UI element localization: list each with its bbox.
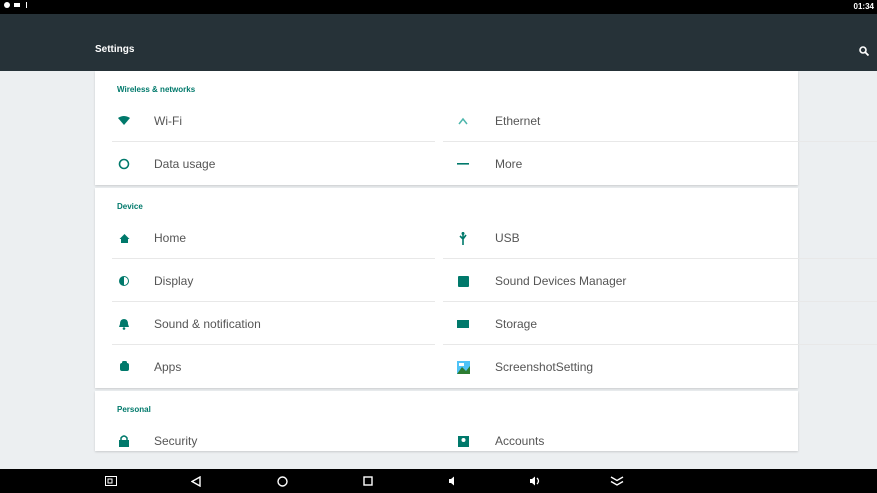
more-icon xyxy=(456,157,470,171)
screenshot-nav-button[interactable] xyxy=(104,474,118,488)
display-icon xyxy=(117,274,131,288)
setting-usb[interactable]: USB xyxy=(435,216,877,259)
lock-icon xyxy=(117,434,131,448)
section-personal: Personal Security Accounts xyxy=(95,391,798,451)
setting-apps[interactable]: Apps xyxy=(95,345,435,388)
search-icon xyxy=(859,46,870,57)
setting-label: USB xyxy=(495,231,520,245)
setting-more[interactable]: More xyxy=(435,142,775,185)
account-icon xyxy=(456,434,470,448)
ethernet-icon xyxy=(456,114,470,128)
section-header-device: Device xyxy=(117,202,143,211)
volume-up-button[interactable] xyxy=(528,474,542,488)
setting-label: Ethernet xyxy=(495,114,541,128)
setting-security[interactable]: Security xyxy=(95,419,435,462)
volume-down-button[interactable] xyxy=(446,474,460,488)
status-icons xyxy=(4,2,29,8)
home-circle-icon xyxy=(276,475,288,487)
page-title: Settings xyxy=(95,44,135,55)
download-icon xyxy=(14,3,20,7)
setting-sound-notification[interactable]: Sound & notification xyxy=(95,302,435,345)
notification-dot-icon xyxy=(4,2,10,8)
setting-label: Security xyxy=(154,434,198,448)
setting-label: ScreenshotSetting xyxy=(495,360,594,374)
storage-icon xyxy=(456,317,470,331)
home-button[interactable] xyxy=(275,474,289,488)
setting-screenshot[interactable]: ScreenshotSetting xyxy=(435,345,775,388)
search-button[interactable] xyxy=(859,43,873,57)
back-button[interactable] xyxy=(189,474,203,488)
setting-wifi[interactable]: Wi-Fi xyxy=(95,99,435,142)
setting-label: Sound & notification xyxy=(154,317,261,331)
android-icon xyxy=(117,360,131,374)
volume-down-icon xyxy=(449,476,454,486)
section-header-wireless: Wireless & networks xyxy=(117,85,196,94)
setting-display[interactable]: Display xyxy=(95,259,435,302)
setting-label: Wi-Fi xyxy=(154,114,182,128)
status-bar: 01:34 xyxy=(0,0,877,14)
setting-label: Data usage xyxy=(154,157,216,171)
screenshot-icon xyxy=(456,360,470,374)
navigation-bar xyxy=(0,469,877,493)
setting-label: Storage xyxy=(495,317,538,331)
wifi-icon xyxy=(117,114,131,128)
back-icon xyxy=(191,475,201,487)
setting-data-usage[interactable]: Data usage xyxy=(95,142,435,185)
setting-home[interactable]: Home xyxy=(95,216,435,259)
bell-icon xyxy=(117,317,131,331)
home-icon xyxy=(117,231,131,245)
section-header-personal: Personal xyxy=(117,405,151,414)
setting-label: Display xyxy=(154,274,194,288)
setting-label: More xyxy=(495,157,523,171)
setting-label: Home xyxy=(154,231,187,245)
app-bar: Settings xyxy=(0,14,877,71)
setting-sound-devices[interactable]: Sound Devices Manager xyxy=(435,259,877,302)
setting-label: Apps xyxy=(154,360,182,374)
volume-up-icon xyxy=(529,476,539,486)
section-device: Device Home USB Display Sound Devices Ma… xyxy=(95,188,877,388)
setting-label: Sound Devices Manager xyxy=(495,274,627,288)
setting-accounts[interactable]: Accounts xyxy=(435,419,775,462)
recents-button[interactable] xyxy=(361,474,375,488)
sound-devices-icon xyxy=(456,274,470,288)
collapse-button[interactable] xyxy=(610,474,624,488)
setting-ethernet[interactable]: Ethernet xyxy=(435,99,877,142)
double-chevron-down-icon xyxy=(610,476,624,486)
usb-status-icon xyxy=(26,2,27,8)
recents-icon xyxy=(363,476,373,486)
setting-storage[interactable]: Storage xyxy=(435,302,877,345)
data-usage-icon xyxy=(117,157,131,171)
settings-list: Wireless & networks Wi-Fi Ethernet Data … xyxy=(95,71,877,454)
status-time: 01:34 xyxy=(853,2,874,11)
setting-label: Accounts xyxy=(495,434,545,448)
section-wireless: Wireless & networks Wi-Fi Ethernet Data … xyxy=(95,71,877,185)
usb-icon xyxy=(456,231,470,245)
screen-capture-icon xyxy=(105,476,117,486)
